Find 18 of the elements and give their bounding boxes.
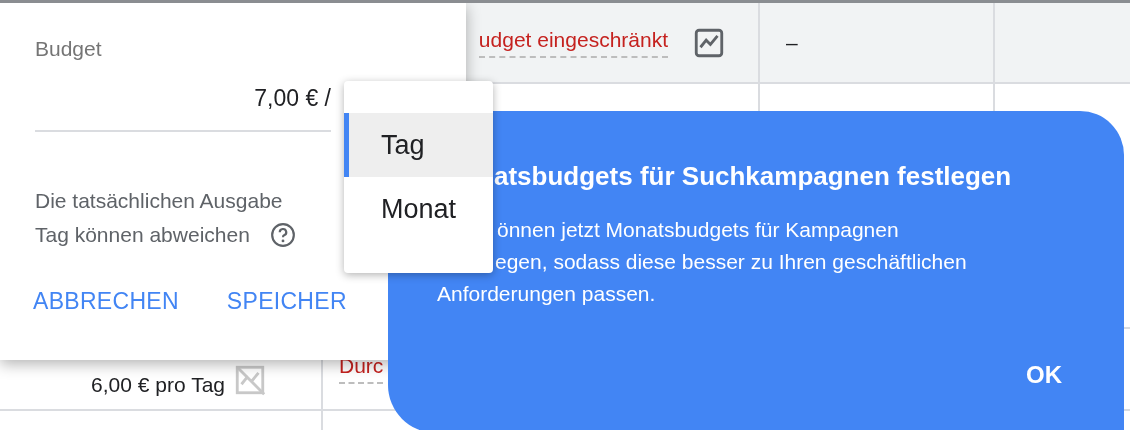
- text-button[interactable]: SPEICHER: [226, 284, 347, 319]
- menu-item[interactable]: Monat: [344, 177, 493, 241]
- budget-text: 6,00 € pro Tag: [91, 373, 225, 397]
- tooltip-text: önnen jetzt Monatsbudgets für Kampagnen: [497, 217, 900, 243]
- note-text: Die tatsächlichen Ausgabe: [35, 189, 283, 212]
- tooltip-text: Anforderungen passen.: [437, 281, 657, 307]
- budget-field[interactable]: 7,00 € /: [35, 65, 331, 132]
- tooltip-title: atsbudgets für Suchkampagnen festlegen: [494, 161, 1013, 192]
- tooltip-text: egen, sodass diese besser zu Ihren geschäftlichen: [495, 249, 968, 275]
- table-cell: –: [786, 30, 798, 55]
- budget-label: Budget: [35, 37, 103, 61]
- menu-item[interactable]: Tag: [344, 113, 493, 177]
- text-button[interactable]: ABBRECHEN: [33, 284, 179, 319]
- note-text: Tag können abweichen: [35, 222, 250, 248]
- status-text[interactable]: udget eingeschränkt: [478, 27, 668, 58]
- help-icon[interactable]: [269, 222, 296, 248]
- no-chart-icon: [233, 363, 267, 397]
- ok-button[interactable]: OK: [1026, 357, 1062, 393]
